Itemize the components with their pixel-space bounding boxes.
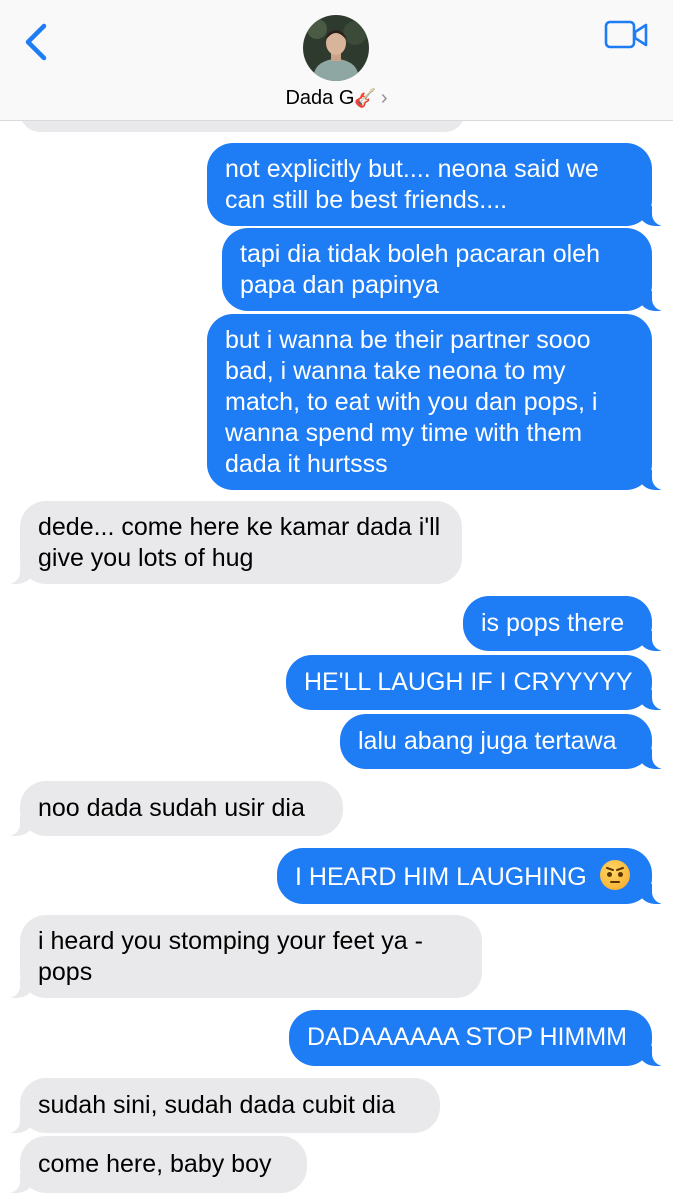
- message-text: lalu abang juga tertawa: [358, 727, 617, 755]
- message-bubble-sent[interactable]: I HEARD HIM LAUGHING: [277, 848, 672, 904]
- message-text: i heard you stomping your feet ya - pops: [38, 927, 423, 986]
- message-bubble-sent[interactable]: but i wanna be their partner sooo bad, i…: [207, 314, 672, 490]
- message-text: is pops there: [481, 609, 625, 637]
- message-bubble-received[interactable]: sudah sini, sudah dada cubit dia: [0, 1078, 440, 1133]
- message-bubble-sent[interactable]: DADAAAAAA STOP HIMMM: [289, 1010, 672, 1066]
- message-thread[interactable]: not explicitly but.... neona said we can…: [0, 0, 673, 1200]
- video-camera-icon[interactable]: [604, 20, 650, 50]
- message-text: not explicitly but.... neona said we can…: [225, 155, 599, 214]
- message-bubble-received[interactable]: i heard you stomping your feet ya - pops: [0, 915, 482, 998]
- message-text: HE'LL LAUGH IF I CRYYYYY: [304, 668, 633, 696]
- contact-name-row[interactable]: Dada G🎸 ›: [0, 87, 673, 110]
- conversation-header: Dada G🎸 ›: [0, 0, 673, 121]
- message-bubble-sent[interactable]: HE'LL LAUGH IF I CRYYYYY: [286, 655, 672, 710]
- message-bubble-received[interactable]: come here, baby boy: [0, 1136, 307, 1193]
- angry-face-icon: [599, 860, 630, 890]
- message-text: but i wanna be their partner sooo bad, i…: [225, 326, 598, 478]
- chevron-right-icon: ›: [380, 87, 388, 109]
- message-text: dede... come here ke kamar dada i'll giv…: [38, 513, 441, 572]
- guitar-icon: 🎸: [354, 88, 377, 109]
- message-bubble-received[interactable]: dede... come here ke kamar dada i'll giv…: [0, 501, 462, 584]
- message-bubble-sent[interactable]: not explicitly but.... neona said we can…: [207, 143, 672, 226]
- chevron-left-icon[interactable]: [18, 20, 58, 64]
- message-text: I HEARD HIM LAUGHING: [295, 863, 587, 891]
- message-text: come here, baby boy: [38, 1150, 272, 1178]
- contact-name: Dada G: [285, 87, 355, 109]
- message-text: noo dada sudah usir dia: [38, 794, 305, 822]
- message-bubble-sent[interactable]: is pops there: [463, 596, 672, 651]
- message-bubble-received[interactable]: noo dada sudah usir dia: [0, 781, 343, 836]
- message-bubble-sent[interactable]: lalu abang juga tertawa: [340, 714, 672, 769]
- message-text: sudah sini, sudah dada cubit dia: [38, 1091, 396, 1119]
- message-bubble-sent[interactable]: tapi dia tidak boleh pacaran oleh papa d…: [222, 228, 672, 311]
- message-text: tapi dia tidak boleh pacaran oleh papa d…: [240, 240, 600, 299]
- avatar[interactable]: [303, 15, 369, 81]
- message-text: DADAAAAAA STOP HIMMM: [307, 1023, 627, 1051]
